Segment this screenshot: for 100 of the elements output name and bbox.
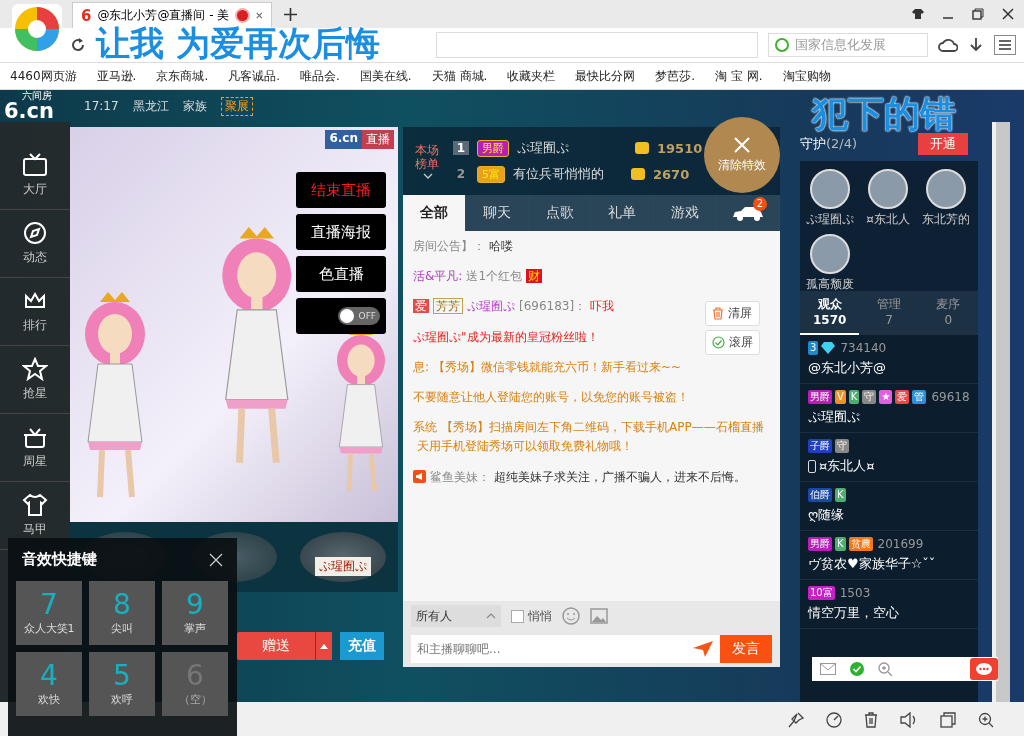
- user-number: 1503: [839, 586, 871, 600]
- podium-stand[interactable]: ぷ瑆囿ぷ: [300, 532, 387, 582]
- bookmark-link[interactable]: 4460网页游: [10, 67, 77, 85]
- chat-text: 送1个红包: [466, 269, 523, 284]
- tab-title: @东北小芳@直播间 - 美: [97, 7, 230, 24]
- user-badge: K: [835, 537, 846, 551]
- user-badge: V: [835, 390, 846, 404]
- compass-icon: [22, 221, 48, 245]
- sound-key-button[interactable]: 5 欢呼: [89, 652, 155, 716]
- chat-tab[interactable]: 全部: [403, 195, 466, 231]
- caret-icon: [320, 643, 328, 649]
- chat-text: 爱: [413, 299, 429, 314]
- send-gift-button[interactable]: 赠送: [237, 632, 315, 660]
- chat-tab[interactable]: 聊天: [465, 195, 529, 231]
- chat-tab[interactable]: 点歌: [528, 195, 592, 231]
- user-name[interactable]: ヴ贫农♥家族华子☆ˇˇ: [808, 555, 936, 573]
- chat-tab[interactable]: 礼单: [591, 195, 655, 231]
- user-number: 201699: [877, 537, 924, 551]
- check-circle-icon: [712, 336, 725, 349]
- chat-text: 吓我: [590, 299, 615, 314]
- audience-tab[interactable]: 麦序 0: [918, 291, 978, 335]
- bookmark-link[interactable]: 梦芭莎.: [655, 67, 696, 85]
- user-badge: ★: [879, 390, 893, 404]
- user-number: 69618: [931, 390, 970, 404]
- user-badge: 10富: [808, 586, 835, 600]
- avatar[interactable]: [810, 234, 850, 274]
- sound-key-button[interactable]: 8 尖叫: [89, 581, 155, 645]
- sound-key-button[interactable]: 7 众人大笑1: [16, 581, 82, 645]
- user-badge: 伯爵: [808, 488, 832, 502]
- bookmark-link[interactable]: 最快比分网: [575, 67, 636, 85]
- whisper-checkbox[interactable]: [511, 609, 524, 623]
- user-name: ぷ瑆囿ぷ: [517, 139, 570, 157]
- user-name[interactable]: ¤东北人¤: [819, 457, 875, 475]
- address-field[interactable]: [436, 32, 758, 58]
- car-tab[interactable]: 2: [717, 195, 780, 231]
- speaker-icon[interactable]: [900, 712, 918, 728]
- user-badge: 男爵: [808, 390, 832, 404]
- clear-screen-button[interactable]: 清屏: [705, 301, 760, 326]
- car-icon: [731, 205, 766, 221]
- bookmark-link[interactable]: 收藏夹栏: [507, 67, 556, 85]
- new-tab-icon[interactable]: [284, 8, 297, 21]
- chat-text: 哈喽: [489, 239, 513, 253]
- sound-key-button[interactable]: 9 掌声: [162, 581, 228, 645]
- avatar[interactable]: [868, 169, 908, 209]
- zoom-icon[interactable]: [978, 712, 994, 728]
- stream-button[interactable]: 结束直播: [296, 172, 386, 208]
- bookmark-link[interactable]: 凡客诚品.: [228, 67, 281, 85]
- check-icon[interactable]: [850, 662, 864, 676]
- chevron-up-icon: [486, 613, 496, 619]
- reload-icon[interactable]: [70, 37, 86, 53]
- user-name[interactable]: 情空万里，空心: [808, 604, 899, 622]
- subscribe-button[interactable]: 开通: [918, 133, 968, 155]
- gauge-icon[interactable]: [826, 712, 842, 728]
- audience-tab[interactable]: 管理 7: [859, 291, 919, 335]
- bookmark-link[interactable]: 唯品会.: [300, 67, 340, 85]
- chat-input[interactable]: 和主播聊聊吧...: [411, 635, 686, 663]
- star-icon: [22, 357, 48, 381]
- chat-text: 财: [526, 269, 543, 284]
- ranking-title[interactable]: 本场榜单: [415, 142, 441, 172]
- mail-icon[interactable]: [820, 663, 836, 675]
- auto-scroll-button[interactable]: 滚屏: [705, 330, 760, 355]
- chat-tab[interactable]: 游戏: [654, 195, 718, 231]
- scrollbar[interactable]: [992, 122, 1010, 702]
- chat-text: ぷ瑆囿ぷ"成为最新的皇冠粉丝啦！: [413, 329, 599, 344]
- chat-text: 活&平凡:: [413, 269, 463, 284]
- lyric-caption: 让我 为爱再次后悔: [96, 26, 380, 60]
- site-logo[interactable]: 六间房 6.cn: [4, 90, 70, 122]
- user-name[interactable]: ღ随缘: [808, 506, 845, 524]
- bookmark-link[interactable]: 天猫 商城.: [431, 67, 488, 85]
- pin-icon[interactable]: [788, 712, 804, 728]
- menu-icon[interactable]: [994, 35, 1016, 55]
- download-icon[interactable]: [968, 37, 984, 53]
- member-name: 孤高颓废: [806, 276, 854, 293]
- user-name[interactable]: @东北小芳@: [808, 359, 886, 377]
- bookmark-link[interactable]: 淘 宝 网.: [715, 67, 763, 85]
- cloud-icon[interactable]: [938, 37, 958, 53]
- trash-icon[interactable]: [864, 712, 878, 728]
- caret-button[interactable]: [315, 632, 332, 660]
- bookmark-link[interactable]: 京东商城.: [156, 67, 209, 85]
- bookmark-link[interactable]: 淘宝购物: [782, 67, 831, 85]
- bookmark-link[interactable]: 亚马逊.: [96, 67, 137, 85]
- avatar[interactable]: [926, 169, 966, 209]
- chat-bubble-icon[interactable]: [970, 658, 998, 680]
- close-icon[interactable]: [1002, 8, 1014, 20]
- user-name[interactable]: ぷ瑆囿ぷ: [808, 408, 860, 426]
- sound-key-button[interactable]: 4 欢快: [16, 652, 82, 716]
- rank-number: 1: [453, 141, 469, 155]
- chat-text: 【秀场】微信零钱就能充六币！新手看过来~~: [433, 359, 682, 374]
- maximize-icon[interactable]: [972, 8, 984, 20]
- stream-button[interactable]: 直播海报: [296, 214, 386, 250]
- chevron-down-icon[interactable]: [423, 173, 433, 180]
- paper-plane-icon[interactable]: [686, 635, 720, 663]
- bookmark-link[interactable]: 国美在线.: [359, 67, 412, 85]
- toggle-switch[interactable]: OFF: [338, 307, 380, 325]
- recipient-dropdown[interactable]: 所有人: [411, 605, 501, 627]
- window-icon[interactable]: [940, 712, 956, 728]
- avatar[interactable]: [810, 169, 850, 209]
- shirt-icon[interactable]: [912, 8, 924, 20]
- stream-button[interactable]: 色直播: [296, 256, 386, 292]
- chat-text: 系统: [413, 420, 437, 435]
